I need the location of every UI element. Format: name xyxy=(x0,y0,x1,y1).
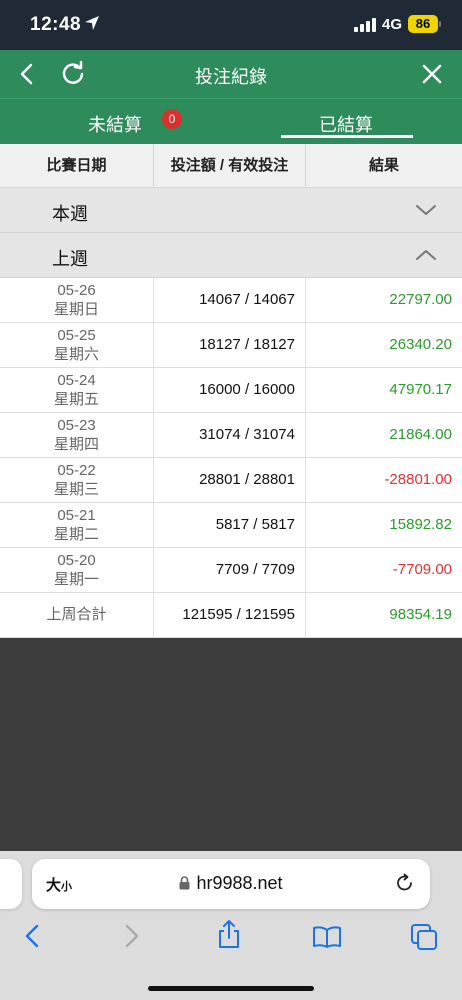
status-bar: 12:48 4G 86 xyxy=(0,0,462,50)
row-amount: 18127 / 18127 xyxy=(153,323,306,367)
row-weekday: 星期日 xyxy=(53,301,99,318)
row-date: 05-23 xyxy=(57,417,96,434)
row-amount: 28801 / 28801 xyxy=(153,458,306,502)
date-cell: 05-26 星期日 xyxy=(0,278,153,322)
group-this-week[interactable]: 本週 xyxy=(0,188,462,233)
table-header: 比賽日期 投注額 / 有效投注 結果 xyxy=(0,144,462,188)
row-result: 26340.20 xyxy=(389,336,452,353)
row-date: 05-26 xyxy=(57,282,96,299)
row-date: 05-25 xyxy=(57,327,96,344)
row-amount: 14067 / 14067 xyxy=(153,278,306,322)
tabs-icon[interactable] xyxy=(410,923,438,956)
back-arrow-icon[interactable] xyxy=(22,923,44,954)
row-date: 05-22 xyxy=(57,462,96,479)
previous-tab-preview[interactable] xyxy=(0,859,22,909)
bookmarks-icon[interactable] xyxy=(312,925,342,954)
total-label: 上周合計 xyxy=(46,606,107,623)
column-header-date: 比賽日期 xyxy=(46,157,107,174)
signal-bars-icon xyxy=(354,18,376,37)
page-title: 投注紀錄 xyxy=(195,67,267,87)
active-tab-indicator xyxy=(281,135,413,138)
group-last-week[interactable]: 上週 xyxy=(0,233,462,278)
row-result: 22797.00 xyxy=(389,291,452,308)
tab-bar: 未結算 0 已結算 xyxy=(0,98,462,144)
app-header: 投注紀錄 xyxy=(0,50,462,98)
forward-arrow-icon[interactable] xyxy=(120,923,142,954)
date-cell: 05-25 星期六 xyxy=(0,323,153,367)
tab-unsettled[interactable]: 未結算 0 xyxy=(0,99,231,145)
location-arrow-icon xyxy=(84,15,100,36)
row-result: 15892.82 xyxy=(389,516,452,533)
status-time: 12:48 xyxy=(30,14,82,35)
address-bar[interactable]: 大小 hr9988.net xyxy=(32,859,430,909)
row-result: -28801.00 xyxy=(384,471,452,488)
chevron-down-icon xyxy=(414,202,438,223)
row-amount: 31074 / 31074 xyxy=(153,413,306,457)
battery-icon xyxy=(439,21,441,27)
share-icon[interactable] xyxy=(216,919,242,954)
lock-icon xyxy=(179,874,190,895)
group-this-week-label: 本週 xyxy=(52,204,88,224)
table-row[interactable]: 05-22 星期三 28801 / 28801 -28801.00 xyxy=(0,458,462,503)
row-date: 05-20 xyxy=(57,552,96,569)
row-amount: 7709 / 7709 xyxy=(153,548,306,592)
row-amount: 16000 / 16000 xyxy=(153,368,306,412)
home-indicator xyxy=(148,986,314,991)
table-row[interactable]: 05-20 星期一 7709 / 7709 -7709.00 xyxy=(0,548,462,593)
row-weekday: 星期二 xyxy=(53,526,99,543)
table-row[interactable]: 05-23 星期四 31074 / 31074 21864.00 xyxy=(0,413,462,458)
battery-level: 86 xyxy=(408,15,438,33)
row-result: -7709.00 xyxy=(392,561,452,578)
row-date: 05-21 xyxy=(57,507,96,524)
row-weekday: 星期四 xyxy=(53,436,99,453)
tab-settled[interactable]: 已結算 xyxy=(231,99,462,145)
row-weekday: 星期六 xyxy=(53,346,99,363)
row-result: 21864.00 xyxy=(389,426,452,443)
column-header-result: 結果 xyxy=(368,157,399,174)
date-cell: 05-22 星期三 xyxy=(0,458,153,502)
date-cell: 05-24 星期五 xyxy=(0,368,153,412)
table-row[interactable]: 05-24 星期五 16000 / 16000 47970.17 xyxy=(0,368,462,413)
date-cell: 05-20 星期一 xyxy=(0,548,153,592)
row-result: 47970.17 xyxy=(389,381,452,398)
close-icon[interactable] xyxy=(420,62,444,91)
url-display[interactable]: hr9988.net xyxy=(32,873,430,895)
row-weekday: 星期五 xyxy=(53,391,99,408)
row-weekday: 星期一 xyxy=(53,571,99,588)
tab-settled-label: 已結算 xyxy=(319,115,373,135)
browser-toolbar: 大小 hr9988.net xyxy=(0,851,462,1000)
total-result: 98354.19 xyxy=(389,606,452,623)
chevron-up-icon xyxy=(414,247,438,268)
column-header-amount: 投注額 / 有效投注 xyxy=(153,144,306,188)
table-total-row: 上周合計 121595 / 121595 98354.19 xyxy=(0,593,462,638)
table-row[interactable]: 05-21 星期二 5817 / 5817 15892.82 xyxy=(0,503,462,548)
unsettled-count-badge: 0 xyxy=(162,109,182,129)
reload-icon[interactable] xyxy=(394,872,416,899)
tab-unsettled-label: 未結算 xyxy=(88,115,142,135)
network-type: 4G xyxy=(382,16,403,33)
row-weekday: 星期三 xyxy=(53,481,99,498)
total-amount: 121595 / 121595 xyxy=(153,593,306,637)
group-last-week-label: 上週 xyxy=(52,249,88,269)
date-cell: 05-21 星期二 xyxy=(0,503,153,547)
row-amount: 5817 / 5817 xyxy=(153,503,306,547)
row-date: 05-24 xyxy=(57,372,96,389)
table-row[interactable]: 05-26 星期日 14067 / 14067 22797.00 xyxy=(0,278,462,323)
url-text: hr9988.net xyxy=(196,873,283,893)
table-row[interactable]: 05-25 星期六 18127 / 18127 26340.20 xyxy=(0,323,462,368)
date-cell: 05-23 星期四 xyxy=(0,413,153,457)
